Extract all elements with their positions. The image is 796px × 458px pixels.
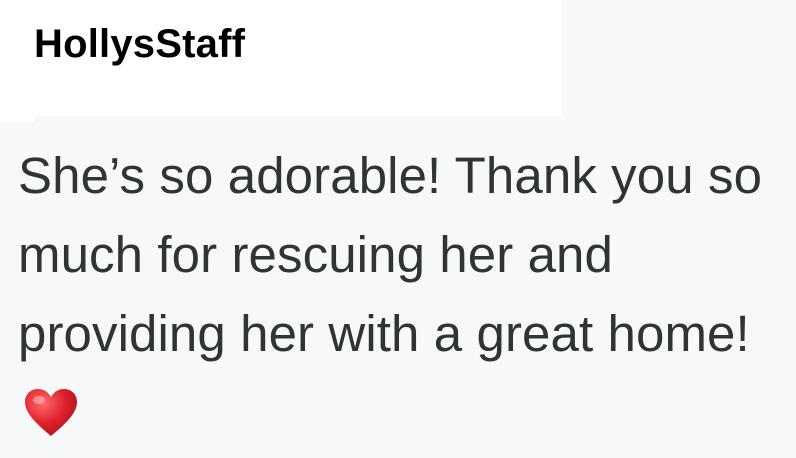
header-gap — [0, 0, 34, 122]
comment-body: She’s so adorable! Thank you so much for… — [18, 136, 788, 458]
comment-card: HollysStaff She’s so adorable! Thank you… — [0, 0, 796, 458]
heart-icon — [24, 381, 78, 458]
comment-username[interactable]: HollysStaff — [34, 18, 245, 70]
comment-text: She’s so adorable! Thank you so much for… — [18, 147, 763, 362]
